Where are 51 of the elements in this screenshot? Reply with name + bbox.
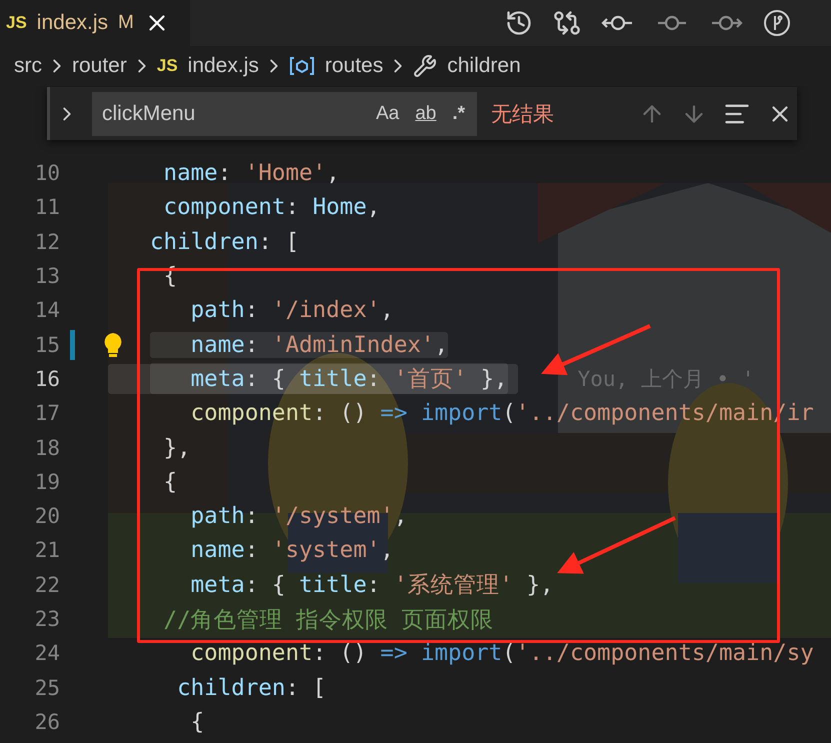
js-file-icon: JS [156,56,178,76]
code-line: path: '/system', [190,503,408,530]
line-number: 23 [34,607,60,631]
code-line: path: '/index', [190,297,394,324]
whole-word-toggle[interactable]: ab [413,102,438,124]
line-number: 21 [34,538,60,562]
code-line: component: Home, [162,194,380,220]
breadcrumb-item[interactable]: index.js [188,54,259,78]
line-number: 26 [34,710,60,734]
line-number: 22 [34,572,60,597]
line-number: 20 [34,504,60,528]
line-number: 25 [34,676,60,700]
code-line: meta: { title: '系统管理' }, [190,571,554,600]
find-input[interactable]: clickMenu Aa ab .* [92,92,478,136]
code-line: children: [ [176,674,326,701]
js-file-icon: JS [6,13,27,33]
breadcrumb-item[interactable]: routes [324,54,384,78]
search-status: 无结果 [491,100,556,128]
line-number: 10 [34,161,60,186]
history-icon[interactable] [505,9,533,37]
match-case-toggle[interactable]: Aa [374,102,402,124]
code-line: //角色管理 指令权限 页面权限 [162,606,494,634]
breadcrumb-item[interactable]: children [447,54,521,78]
compare-changes-icon[interactable] [553,9,581,37]
line-number: 11 [34,195,60,220]
line-number: 19 [34,470,60,494]
breadcrumb-item[interactable]: src [14,54,42,78]
wrench-icon [413,54,438,78]
git-branch-icon[interactable] [763,9,791,37]
line-number: 24 [34,641,60,666]
code-line: component: () => import('../components/main/sy [190,640,814,666]
variable-symbol-icon [288,56,315,76]
lightbulb-icon[interactable] [102,332,122,358]
tab-title: index.js [36,11,108,35]
editor-tab[interactable]: JS index.js M [0,0,190,46]
line-number: 14 [34,298,60,322]
line-number: 15 [34,332,60,357]
code-line: name: 'Home', [162,160,340,186]
line-number: 17 [34,401,60,426]
line-number: 16 [34,366,60,391]
modified-indicator: M [118,12,134,34]
code-line: name: 'system', [190,537,394,564]
breadcrumb-item[interactable]: router [72,54,127,78]
code-line: { [190,708,204,735]
line-number: 13 [34,264,60,288]
code-line: children: [ [150,228,300,255]
code-line: { [162,468,178,495]
line-number: 12 [34,230,60,254]
line-number: 18 [34,436,60,460]
code-line: }, [162,434,191,461]
regex-toggle[interactable]: .* [450,102,468,124]
